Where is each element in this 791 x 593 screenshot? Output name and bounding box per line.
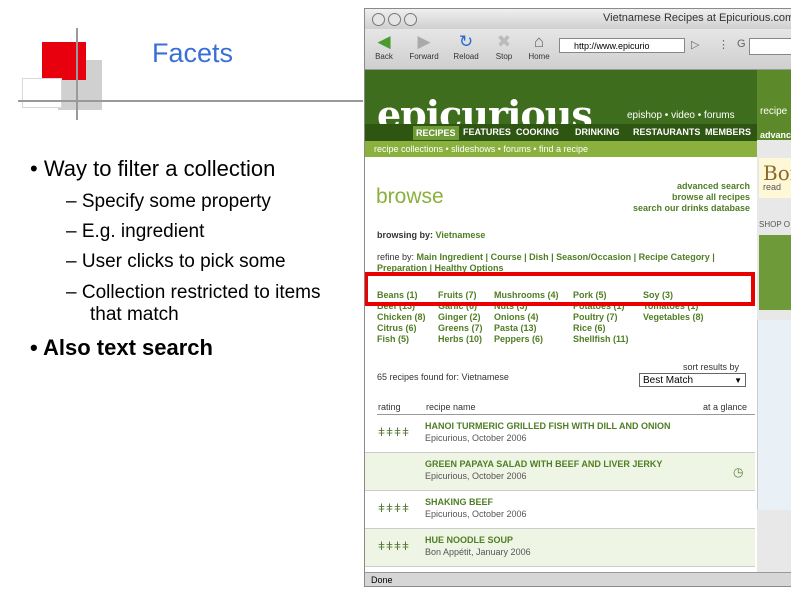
facet-value[interactable]: Peppers (6) xyxy=(494,334,543,344)
subbullet-restricted-cont: that match xyxy=(90,304,179,325)
recipe-title[interactable]: GREEN PAPAYA SALAD WITH BEEF AND LIVER J… xyxy=(425,459,662,469)
recipe-title[interactable]: HANOI TURMERIC GRILLED FISH WITH DILL AN… xyxy=(425,421,671,431)
table-row[interactable]: ǂǂǂǂ HUE NOODLE SOUP Bon Appétit, Januar… xyxy=(365,529,755,567)
sort-label: sort results by xyxy=(683,362,740,372)
decor-square-white xyxy=(22,78,62,108)
side-ad[interactable] xyxy=(757,320,791,510)
forward-arrow-icon: ▶ xyxy=(417,32,431,51)
reload-icon: ↻ xyxy=(458,32,474,51)
nav-features[interactable]: FEATURES xyxy=(463,127,511,137)
browse-heading: browse xyxy=(376,185,444,208)
facet-value[interactable]: Chicken (8) xyxy=(377,312,426,322)
results-count: 65 recipes found for: Vietnamese xyxy=(377,372,509,382)
side-shop-label: SHOP O xyxy=(759,220,790,229)
browsing-by: browsing by: Vietnamese xyxy=(377,230,486,240)
facet-value[interactable]: Shellfish (11) xyxy=(573,334,629,344)
facet-value[interactable]: Vegetables (8) xyxy=(643,312,704,322)
sort-select[interactable]: Best Match ▼ xyxy=(639,373,746,387)
col-rating: rating xyxy=(378,402,401,412)
decor-line-horizontal xyxy=(18,100,363,102)
rating-forks-icon: ǂǂǂǂ xyxy=(378,501,411,515)
subbullet-property: – Specify some property xyxy=(66,191,271,212)
side-recipe-label: recipe xyxy=(760,106,788,117)
advanced-links: advanced search browse all recipes searc… xyxy=(605,181,750,214)
dropdown-arrow-icon: ▼ xyxy=(734,376,742,385)
col-recipe-name: recipe name xyxy=(426,402,476,412)
browse-all-link[interactable]: browse all recipes xyxy=(605,192,750,203)
right-sidebar-top: recipe advance xyxy=(757,70,791,140)
web-page: epicurious epishop • video • forums RECI… xyxy=(365,70,791,572)
nav-cooking[interactable]: COOKING xyxy=(516,127,559,137)
bullet-filter: • Way to filter a collection xyxy=(30,156,276,181)
drinks-database-link[interactable]: search our drinks database xyxy=(605,203,750,214)
decor-line-vertical xyxy=(76,28,78,120)
nav-recipes[interactable]: RECIPES xyxy=(413,126,459,140)
advanced-search-link[interactable]: advanced search xyxy=(605,181,750,192)
col-at-a-glance: at a glance xyxy=(703,402,748,412)
stop-button[interactable]: ✖ Stop xyxy=(487,32,521,61)
close-window-button[interactable] xyxy=(372,13,385,26)
home-icon: ⌂ xyxy=(533,32,545,51)
nav-members[interactable]: MEMBERS xyxy=(705,127,751,137)
back-arrow-icon: ◀ xyxy=(377,32,391,51)
facet-value[interactable]: Fish (5) xyxy=(377,334,409,344)
subbullet-ingredient: – E.g. ingredient xyxy=(66,221,205,242)
forward-button[interactable]: ▶ Forward xyxy=(407,32,441,61)
zoom-window-button[interactable] xyxy=(404,13,417,26)
go-icon[interactable]: ▷ xyxy=(691,38,699,51)
quick-clock-icon: ◷ xyxy=(733,465,744,479)
nav-drinking[interactable]: DRINKING xyxy=(575,127,620,137)
side-plant-image xyxy=(759,235,791,310)
rating-forks-icon: ǂǂǂǂ xyxy=(378,539,411,553)
highlight-box xyxy=(365,272,755,306)
minimize-window-button[interactable] xyxy=(388,13,401,26)
facet-value[interactable]: Pasta (13) xyxy=(494,323,537,333)
facet-value[interactable]: Poultry (7) xyxy=(573,312,618,322)
subbullet-restricted: – Collection restricted to items xyxy=(66,282,321,303)
site-nav: RECIPES FEATURES COOKING DRINKING RESTAU… xyxy=(365,124,757,141)
facet-value[interactable]: Greens (7) xyxy=(438,323,483,333)
table-row[interactable]: GREEN PAPAYA SALAD WITH BEEF AND LIVER J… xyxy=(365,453,755,491)
search-engine-icon[interactable]: G xyxy=(737,38,746,50)
back-button[interactable]: ◀ Back xyxy=(367,32,401,61)
reload-button[interactable]: ↻ Reload xyxy=(449,32,483,61)
bullet-text-search: • Also text search xyxy=(30,335,213,360)
facet-value[interactable]: Rice (6) xyxy=(573,323,606,333)
facet-value[interactable]: Citrus (6) xyxy=(377,323,417,333)
recipe-title[interactable]: HUE NOODLE SOUP xyxy=(425,535,513,545)
facet-value[interactable]: Ginger (2) xyxy=(438,312,481,322)
side-promo[interactable]: Bon read xyxy=(759,158,791,198)
bookmarks-icon[interactable]: ⋮ xyxy=(718,38,729,51)
recipe-title[interactable]: SHAKING BEEF xyxy=(425,497,493,507)
epi-links[interactable]: epishop • video • forums xyxy=(627,110,735,121)
title-bar: Vietnamese Recipes at Epicurious.com xyxy=(365,9,791,29)
slide-title: Facets xyxy=(152,38,234,68)
table-row[interactable]: ǂǂǂǂ HANOI TURMERIC GRILLED FISH WITH DI… xyxy=(365,415,755,453)
home-button[interactable]: ⌂ Home xyxy=(522,32,556,61)
window-title: Vietnamese Recipes at Epicurious.com xyxy=(603,12,791,24)
browser-toolbar: ◀ Back ▶ Forward ↻ Reload ✖ Stop ⌂ Home … xyxy=(365,29,791,70)
decor-square-red xyxy=(42,42,86,80)
stop-icon: ✖ xyxy=(496,32,512,51)
refine-by: refine by: Main Ingredient | Course | Di… xyxy=(377,252,715,262)
nav-restaurants[interactable]: RESTAURANTS xyxy=(633,127,700,137)
url-bar[interactable]: http://www.epicurio xyxy=(559,38,685,53)
search-input[interactable] xyxy=(749,38,791,55)
recipe-source: Epicurious, October 2006 xyxy=(425,509,527,519)
rating-forks-icon: ǂǂǂǂ xyxy=(378,425,411,439)
sub-nav[interactable]: recipe collections • slideshows • forums… xyxy=(365,141,757,157)
facet-value[interactable]: Onions (4) xyxy=(494,312,539,322)
side-advance-label: advance xyxy=(760,130,791,140)
status-bar: Done xyxy=(365,572,791,586)
browser-window: Vietnamese Recipes at Epicurious.com ◀ B… xyxy=(364,8,791,587)
subbullet-clicks: – User clicks to pick some xyxy=(66,251,286,272)
recipe-source: Epicurious, October 2006 xyxy=(425,471,527,481)
facet-value[interactable]: Herbs (10) xyxy=(438,334,482,344)
table-row[interactable]: ǂǂǂǂ SHAKING BEEF Epicurious, October 20… xyxy=(365,491,755,529)
recipe-source: Bon Appétit, January 2006 xyxy=(425,547,531,557)
recipe-source: Epicurious, October 2006 xyxy=(425,433,527,443)
